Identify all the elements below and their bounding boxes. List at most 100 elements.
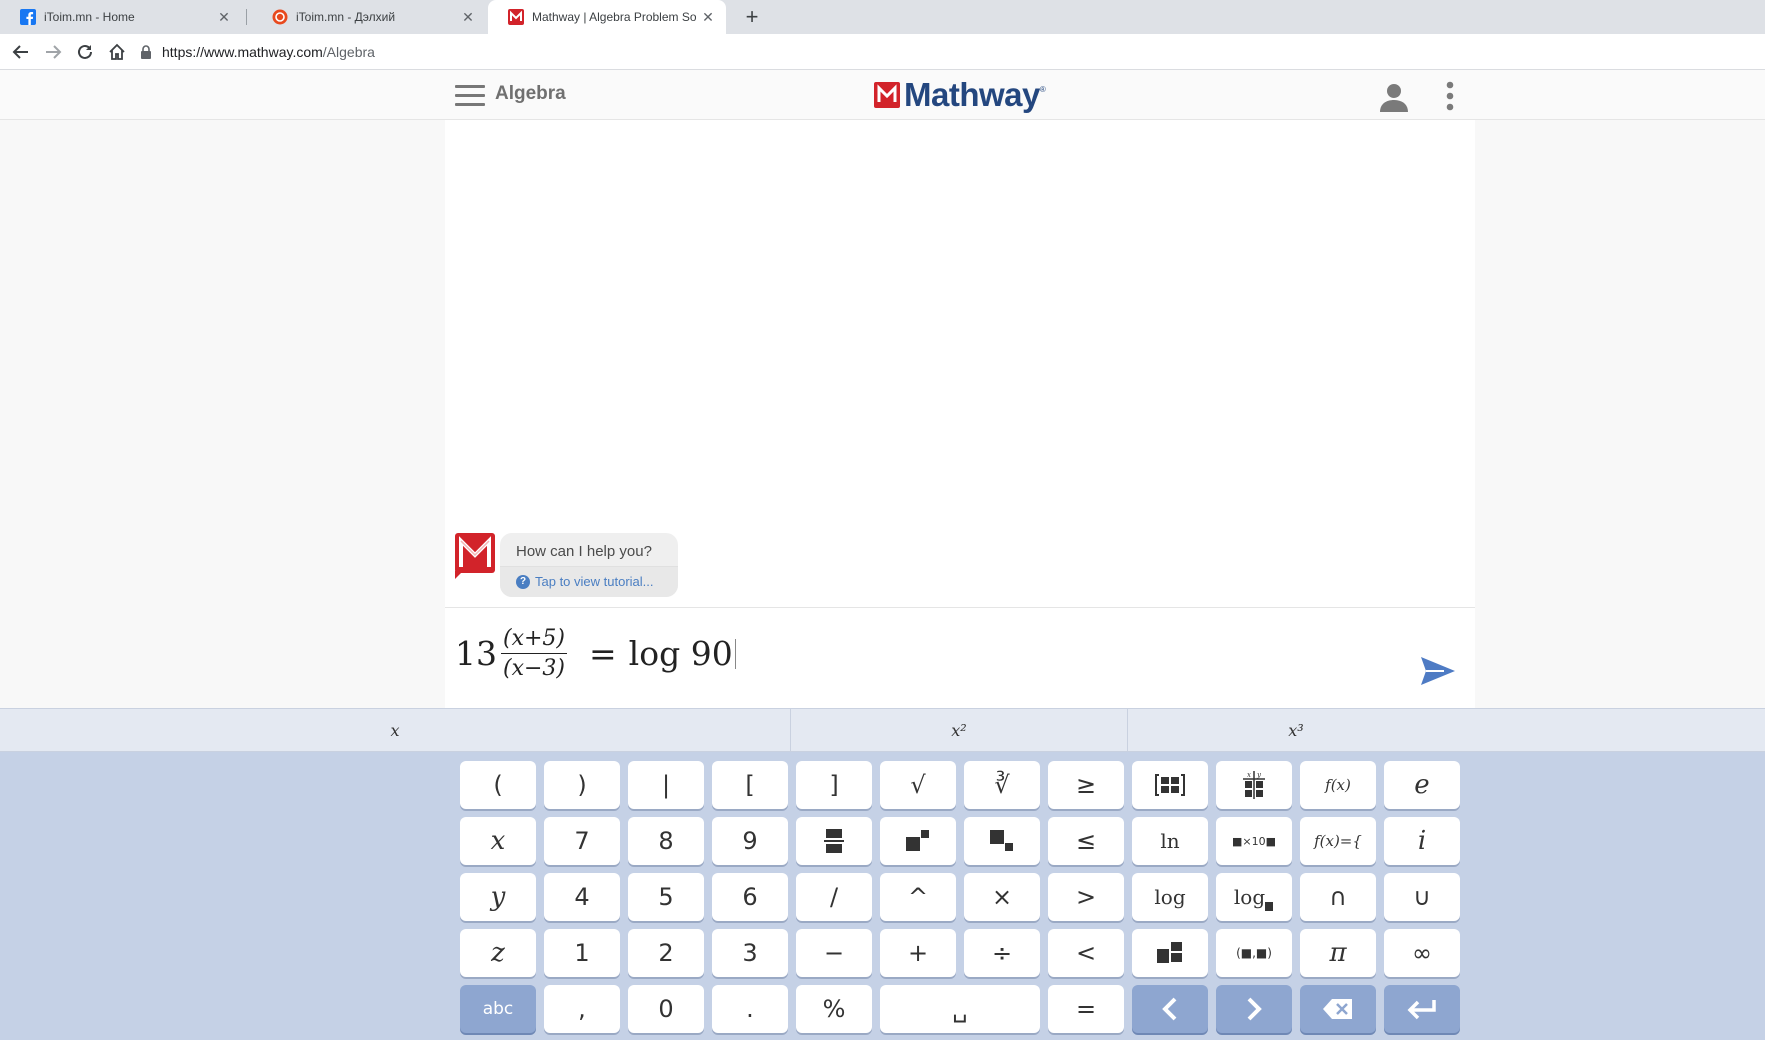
key-intersection[interactable]: ∩ bbox=[1300, 873, 1376, 921]
svg-text:y: y bbox=[1256, 771, 1262, 779]
mixed-number-icon bbox=[1157, 942, 1182, 963]
key-9[interactable]: 9 bbox=[712, 817, 788, 865]
tab-advanced[interactable]: x³ bbox=[1128, 709, 1464, 752]
tab-itoim-world[interactable]: iToim.mn - Дэлхий ✕ bbox=[252, 0, 486, 34]
key-close-bracket[interactable]: ] bbox=[796, 761, 872, 809]
fraction-icon bbox=[824, 829, 844, 853]
key-1[interactable]: 1 bbox=[544, 929, 620, 977]
key-2[interactable]: 2 bbox=[628, 929, 704, 977]
key-7[interactable]: 7 bbox=[544, 817, 620, 865]
key-z[interactable]: z bbox=[460, 929, 536, 977]
tab-basic[interactable]: x bbox=[0, 709, 790, 752]
tab-algebra[interactable]: x² bbox=[791, 709, 1127, 752]
key-decimal[interactable]: . bbox=[712, 985, 788, 1033]
key-i[interactable]: i bbox=[1384, 817, 1460, 865]
key-8[interactable]: 8 bbox=[628, 817, 704, 865]
close-icon[interactable]: ✕ bbox=[212, 9, 236, 26]
key-matrix[interactable] bbox=[1132, 761, 1208, 809]
chat-bubble: How can I help you? ? Tap to view tutori… bbox=[500, 533, 678, 597]
coefficient: 13 bbox=[455, 634, 497, 673]
forward-button[interactable] bbox=[40, 39, 66, 65]
keyboard-tabs: x x² x³ bbox=[0, 708, 1765, 752]
more-options-icon[interactable] bbox=[1444, 80, 1456, 112]
key-open-paren[interactable]: ( bbox=[460, 761, 536, 809]
key-y[interactable]: y bbox=[460, 873, 536, 921]
new-tab-button[interactable]: + bbox=[738, 3, 766, 31]
key-function[interactable]: f(x) bbox=[1300, 761, 1376, 809]
text-caret bbox=[734, 638, 736, 669]
key-piecewise[interactable]: f(x)={ bbox=[1300, 817, 1376, 865]
key-greater-equal[interactable]: ≥ bbox=[1048, 761, 1124, 809]
key-x[interactable]: x bbox=[460, 817, 536, 865]
key-minus[interactable]: − bbox=[796, 929, 872, 977]
key-log-base[interactable]: log bbox=[1216, 873, 1292, 921]
key-close-paren[interactable]: ) bbox=[544, 761, 620, 809]
home-button[interactable] bbox=[104, 39, 130, 65]
chevron-right-icon bbox=[1247, 997, 1262, 1021]
arrow-left-icon bbox=[12, 45, 28, 59]
key-interval[interactable]: (■,■) bbox=[1216, 929, 1292, 977]
key-cursor-right[interactable] bbox=[1216, 985, 1292, 1033]
key-greater[interactable]: > bbox=[1048, 873, 1124, 921]
key-equals[interactable]: = bbox=[1048, 985, 1124, 1033]
key-plus[interactable]: + bbox=[880, 929, 956, 977]
browser-tab-bar: iToim.mn - Home ✕ iToim.mn - Дэлхий ✕ Ma… bbox=[0, 0, 1765, 34]
address-bar: https://www.mathway.com/Algebra bbox=[0, 34, 1765, 70]
key-5[interactable]: 5 bbox=[628, 873, 704, 921]
tab-mathway[interactable]: Mathway | Algebra Problem Solver ✕ bbox=[488, 0, 726, 34]
fraction: (x+5) (x−3) bbox=[501, 626, 568, 681]
key-backspace[interactable] bbox=[1300, 985, 1376, 1033]
key-e[interactable]: e bbox=[1384, 761, 1460, 809]
key-abc[interactable]: abc bbox=[460, 985, 536, 1033]
key-space[interactable]: ␣ bbox=[880, 985, 1040, 1033]
key-sqrt[interactable]: √ bbox=[880, 761, 956, 809]
reload-button[interactable] bbox=[72, 39, 98, 65]
key-open-bracket[interactable]: [ bbox=[712, 761, 788, 809]
key-table[interactable]: xy bbox=[1216, 761, 1292, 809]
tab-title: iToim.mn - Дэлхий bbox=[296, 10, 396, 24]
hamburger-menu-icon[interactable] bbox=[455, 85, 485, 107]
send-icon[interactable] bbox=[1420, 655, 1456, 687]
math-input[interactable]: 13 (x+5) (x−3) = log 90 bbox=[445, 608, 1475, 708]
key-divide[interactable]: ÷ bbox=[964, 929, 1040, 977]
key-mixed-number[interactable] bbox=[1132, 929, 1208, 977]
itoim-icon bbox=[272, 9, 288, 25]
key-subscript[interactable] bbox=[964, 817, 1040, 865]
key-6[interactable]: 6 bbox=[712, 873, 788, 921]
key-comma[interactable]: , bbox=[544, 985, 620, 1033]
key-3[interactable]: 3 bbox=[712, 929, 788, 977]
key-percent[interactable]: % bbox=[796, 985, 872, 1033]
key-less-equal[interactable]: ≤ bbox=[1048, 817, 1124, 865]
key-less[interactable]: < bbox=[1048, 929, 1124, 977]
key-times[interactable]: × bbox=[964, 873, 1040, 921]
numerator: (x+5) bbox=[501, 626, 568, 654]
key-ln[interactable]: ln bbox=[1132, 817, 1208, 865]
key-log[interactable]: log bbox=[1132, 873, 1208, 921]
close-icon[interactable]: ✕ bbox=[456, 9, 480, 26]
key-0[interactable]: 0 bbox=[628, 985, 704, 1033]
key-infinity[interactable]: ∞ bbox=[1384, 929, 1460, 977]
back-button[interactable] bbox=[8, 39, 34, 65]
matrix-icon bbox=[1155, 774, 1185, 796]
key-4[interactable]: 4 bbox=[544, 873, 620, 921]
key-cursor-left[interactable] bbox=[1132, 985, 1208, 1033]
reload-icon bbox=[78, 44, 92, 59]
tab-itoim-home[interactable]: iToim.mn - Home ✕ bbox=[0, 0, 242, 34]
key-union[interactable]: ∪ bbox=[1384, 873, 1460, 921]
key-fraction[interactable] bbox=[796, 817, 872, 865]
mathway-icon bbox=[508, 9, 524, 25]
key-pi[interactable]: π bbox=[1300, 929, 1376, 977]
key-nth-root[interactable]: ∛ bbox=[964, 761, 1040, 809]
mathway-logo[interactable]: Mathway ® bbox=[874, 76, 1046, 113]
subject-title[interactable]: Algebra bbox=[495, 83, 566, 105]
key-superscript[interactable] bbox=[880, 817, 956, 865]
tutorial-link[interactable]: ? Tap to view tutorial... bbox=[500, 566, 678, 597]
key-scientific-notation[interactable]: ■×10■ bbox=[1216, 817, 1292, 865]
key-absolute[interactable]: | bbox=[628, 761, 704, 809]
url-field[interactable]: https://www.mathway.com/Algebra bbox=[140, 38, 1765, 66]
user-icon[interactable] bbox=[1378, 81, 1410, 113]
close-icon[interactable]: ✕ bbox=[696, 9, 720, 26]
key-caret[interactable]: ^ bbox=[880, 873, 956, 921]
key-slash[interactable]: / bbox=[796, 873, 872, 921]
key-enter[interactable] bbox=[1384, 985, 1460, 1033]
